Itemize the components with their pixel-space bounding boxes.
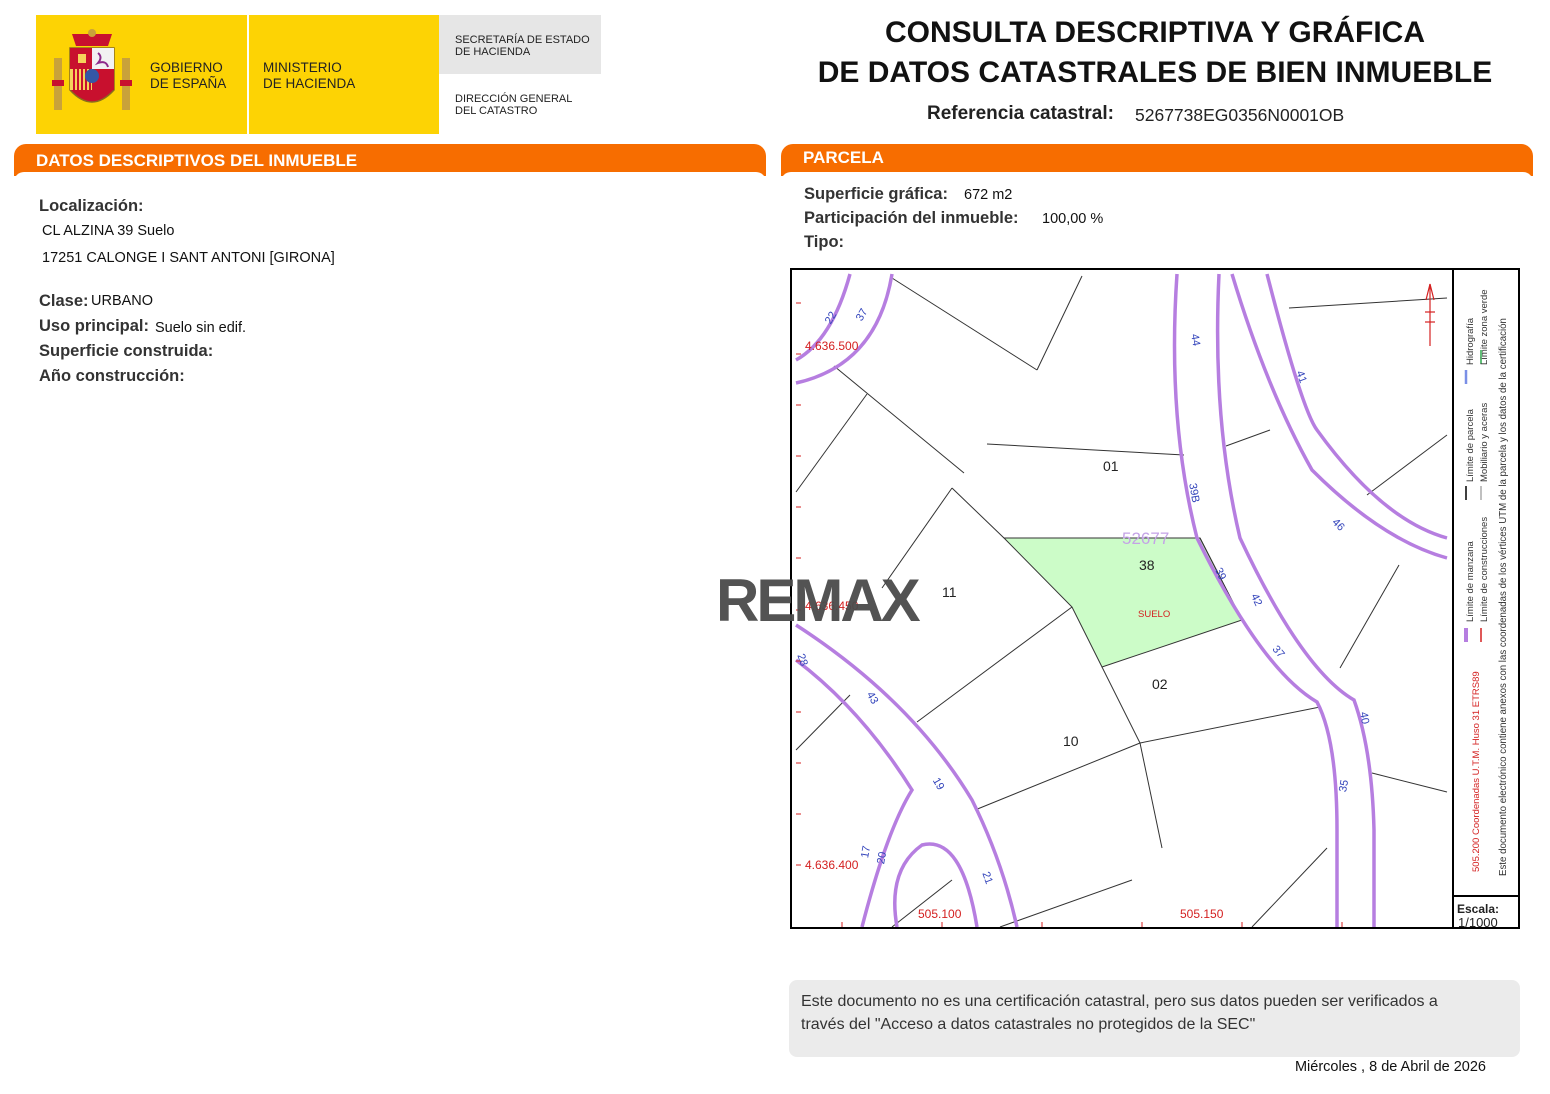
direccion-catastro-text: DIRECCIÓN GENERAL DEL CATASTRO xyxy=(455,93,573,117)
page-title-line2: DE DATOS CATASTRALES DE BIEN INMUEBLE xyxy=(817,56,1493,89)
superficie-grafica-label: Superficie gráfica: xyxy=(804,185,948,203)
clase-value: URBANO xyxy=(91,293,154,309)
localizacion-label: Localización: xyxy=(39,197,144,215)
address-line1: CL ALZINA 39 Suelo xyxy=(42,223,175,239)
clase-label: Clase: xyxy=(39,292,89,310)
parcela-section-title: PARCELA xyxy=(803,148,884,167)
document-date: Miércoles , 8 de Abril de 2026 xyxy=(1294,1059,1486,1075)
parcela-section-header: PARCELA xyxy=(781,144,1533,182)
coord-x-505100: 505.100 xyxy=(918,907,962,921)
street-number-label: 35 xyxy=(1337,778,1352,794)
street-number-label: 40 xyxy=(1357,710,1372,726)
inmueble-section-header: DATOS DESCRIPTIVOS DEL INMUEBLE xyxy=(14,144,766,182)
inmueble-section-title: DATOS DESCRIPTIVOS DEL INMUEBLE xyxy=(36,151,358,170)
uso-principal-label: Uso principal: xyxy=(39,317,150,335)
remax-watermark: REMAX xyxy=(716,567,921,634)
coat-of-arms-icon xyxy=(52,29,132,110)
legend-hidrografia: Hidrografía xyxy=(1465,318,1476,365)
north-arrow-icon xyxy=(1425,283,1435,346)
participacion-label: Participación del inmueble: xyxy=(804,209,1019,227)
parcel-label-02: 02 xyxy=(1152,676,1168,692)
ministerio-hacienda-text: MINISTERIO DE HACIENDA xyxy=(263,60,356,91)
superficie-grafica-value: 672 m2 xyxy=(964,187,1013,203)
legend-zona-verde: Límite zona verde xyxy=(1479,289,1490,365)
coord-y-4636400: 4.636.400 xyxy=(805,858,859,872)
secretaria-text: SECRETARÍA DE ESTADO DE HACIENDA xyxy=(455,34,590,58)
parcel-label-11: 11 xyxy=(942,584,957,600)
logo-divider xyxy=(247,15,249,134)
coord-x-505150: 505.150 xyxy=(1180,907,1224,921)
street-number-label: 44 xyxy=(1188,332,1203,348)
street-number-label: 20 xyxy=(875,850,890,866)
legend-limite-parcela: Límite de parcela xyxy=(1465,409,1476,482)
legend-limite-construcciones: Límite de construcciones xyxy=(1479,516,1490,622)
superficie-construida-label: Superficie construida: xyxy=(39,342,214,360)
disclaimer-text: Este documento no es una certificación c… xyxy=(801,993,1438,1033)
page-title-line1: CONSULTA DESCRIPTIVA Y GRÁFICA xyxy=(884,16,1426,49)
anio-construccion-label: Año construcción: xyxy=(39,367,185,385)
legend-limite-manzana: Límite de manzana xyxy=(1465,541,1476,622)
legend-utm: 505.200 Coordenadas U.T.M. Huso 31 ETRS8… xyxy=(1471,671,1482,872)
legend-doc-note: Este documento electrónico contiene anex… xyxy=(1498,318,1509,876)
ref-catastral-label: Referencia catastral: xyxy=(927,103,1114,124)
gobierno-espana-text: GOBIERNO DE ESPAÑA xyxy=(150,60,227,91)
parcel-label-38: 38 xyxy=(1139,557,1155,573)
escala-label: Escala: xyxy=(1457,902,1500,916)
escala-value: 1/1000 xyxy=(1458,915,1498,930)
legend-mobiliario: Mobiliario y aceras xyxy=(1479,402,1490,482)
suelo-label: SUELO xyxy=(1138,609,1171,620)
ref-catastral-value: 5267738EG0356N0001OB xyxy=(1135,105,1345,125)
parcel-label-10: 10 xyxy=(1063,733,1079,749)
uso-principal-value: Suelo sin edif. xyxy=(155,320,247,336)
address-line2: 17251 CALONGE I SANT ANTONI [GIRONA] xyxy=(42,250,335,266)
street-number-label: 17 xyxy=(859,844,874,860)
coord-y-4636500: 4.636.500 xyxy=(805,339,859,353)
block-id-label: 52677 xyxy=(1122,529,1170,548)
parcel-label-01: 01 xyxy=(1103,458,1119,474)
tipo-label: Tipo: xyxy=(804,233,845,251)
participacion-value: 100,00 % xyxy=(1042,211,1104,227)
